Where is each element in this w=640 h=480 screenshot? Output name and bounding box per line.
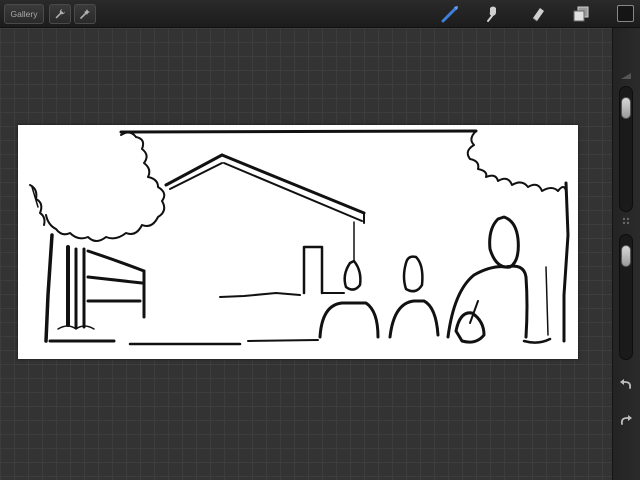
eraser-tool[interactable] <box>527 4 549 24</box>
swap-sliders-icon[interactable] <box>621 216 631 226</box>
smudge-icon <box>487 6 496 22</box>
brush-opacity-thumb[interactable] <box>621 245 631 268</box>
undo-button[interactable] <box>616 375 636 393</box>
wrench-icon <box>55 9 65 19</box>
layers-icon <box>573 6 589 22</box>
sketch-artwork <box>29 129 570 346</box>
redo-button[interactable] <box>616 411 636 429</box>
undo-icon <box>620 379 632 389</box>
brush-icon <box>441 6 458 23</box>
brush-tool[interactable] <box>439 4 461 24</box>
layers-tool[interactable] <box>570 4 592 24</box>
actions-button[interactable] <box>49 4 71 24</box>
drawing-canvas[interactable] <box>18 125 578 359</box>
magic-wand-icon <box>80 9 90 19</box>
color-swatch[interactable] <box>617 5 634 22</box>
brush-size-thumb[interactable] <box>621 97 631 120</box>
gallery-button[interactable]: Gallery <box>4 4 44 24</box>
top-toolbar: Gallery <box>0 0 640 28</box>
eraser-icon <box>532 8 544 22</box>
adjustments-button[interactable] <box>74 4 96 24</box>
triangle-up-icon <box>621 73 631 79</box>
smudge-tool[interactable] <box>482 4 504 24</box>
redo-icon <box>620 415 632 425</box>
